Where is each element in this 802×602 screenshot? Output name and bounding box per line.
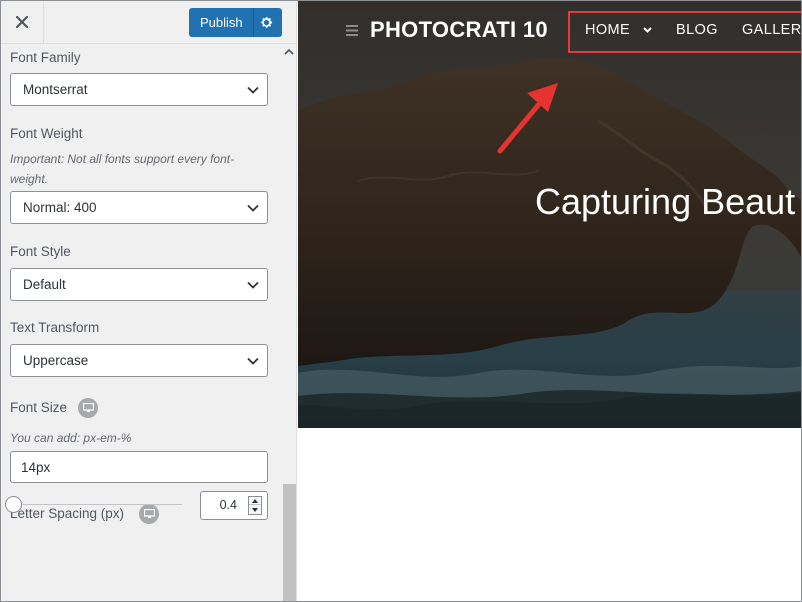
font-family-label: Font Family: [10, 50, 81, 65]
text-transform-label: Text Transform: [10, 320, 100, 335]
letter-spacing-slider-track[interactable]: [14, 504, 182, 505]
desktop-icon[interactable]: [78, 398, 98, 418]
gear-icon[interactable]: [259, 15, 274, 30]
monitor-glyph: [143, 509, 155, 518]
number-spinner[interactable]: [248, 496, 262, 515]
text-transform-select[interactable]: Uppercase: [10, 344, 268, 377]
chevron-down-icon: [247, 204, 259, 212]
annotation-arrow-icon: [497, 83, 558, 154]
font-style-value: Default: [23, 277, 66, 292]
chevron-down-icon: [247, 86, 259, 94]
font-weight-select[interactable]: Normal: 400: [10, 191, 268, 224]
letter-spacing-label: Letter Spacing (px): [10, 506, 125, 521]
letter-spacing-slider-thumb[interactable]: [5, 496, 22, 513]
spin-up-button[interactable]: [249, 497, 261, 505]
hero-section: PHOTOCRATI 10 HOME BLOG GALLER Capturing…: [298, 1, 801, 428]
site-preview: PHOTOCRATI 10 HOME BLOG GALLER Capturing…: [298, 1, 801, 601]
nav-item-home[interactable]: HOME: [585, 22, 630, 38]
font-family-select[interactable]: Montserrat: [10, 73, 268, 106]
chevron-down-icon: [247, 281, 259, 289]
letter-spacing-value: 0.4: [219, 498, 237, 512]
scroll-up-icon[interactable]: [284, 48, 294, 56]
font-weight-value: Normal: 400: [23, 200, 97, 215]
site-title[interactable]: PHOTOCRATI 10: [370, 17, 548, 43]
publish-button[interactable]: Publish: [189, 8, 282, 37]
spin-down-button[interactable]: [249, 506, 261, 514]
desktop-icon[interactable]: [139, 504, 159, 524]
close-icon: [16, 16, 28, 28]
font-style-select[interactable]: Default: [10, 268, 268, 301]
panel-scrollbar[interactable]: [281, 44, 296, 601]
chevron-down-icon: [247, 357, 259, 365]
customizer-panel: Publish Font Family Montserrat Font Weig…: [1, 1, 297, 601]
hero-heading: Capturing Beaut: [535, 181, 796, 222]
hamburger-menu-icon[interactable]: [346, 25, 358, 36]
font-size-input[interactable]: 14px: [10, 451, 268, 483]
letter-spacing-number-input[interactable]: 0.4: [200, 491, 268, 520]
scroll-thumb[interactable]: [283, 484, 296, 601]
nav-item-gallery[interactable]: GALLER: [742, 22, 801, 38]
publish-divider: [253, 8, 254, 37]
font-size-description: You can add: px-em-%: [10, 431, 132, 445]
close-button[interactable]: [1, 1, 44, 43]
chevron-down-icon[interactable]: [643, 27, 652, 33]
text-transform-value: Uppercase: [23, 353, 89, 368]
monitor-glyph: [82, 403, 94, 412]
font-size-label: Font Size: [10, 400, 68, 415]
font-weight-description: Important: Not all fonts support every f…: [10, 152, 235, 186]
customizer-window: Publish Font Family Montserrat Font Weig…: [0, 0, 802, 602]
caret-up-icon: [252, 498, 258, 503]
font-style-label: Font Style: [10, 244, 71, 259]
nav-item-blog[interactable]: BLOG: [676, 22, 718, 38]
caret-down-icon: [252, 508, 258, 512]
panel-header: Publish: [1, 1, 296, 44]
publish-label: Publish: [200, 15, 243, 30]
font-family-value: Montserrat: [23, 82, 88, 97]
font-weight-label: Font Weight: [10, 126, 83, 141]
